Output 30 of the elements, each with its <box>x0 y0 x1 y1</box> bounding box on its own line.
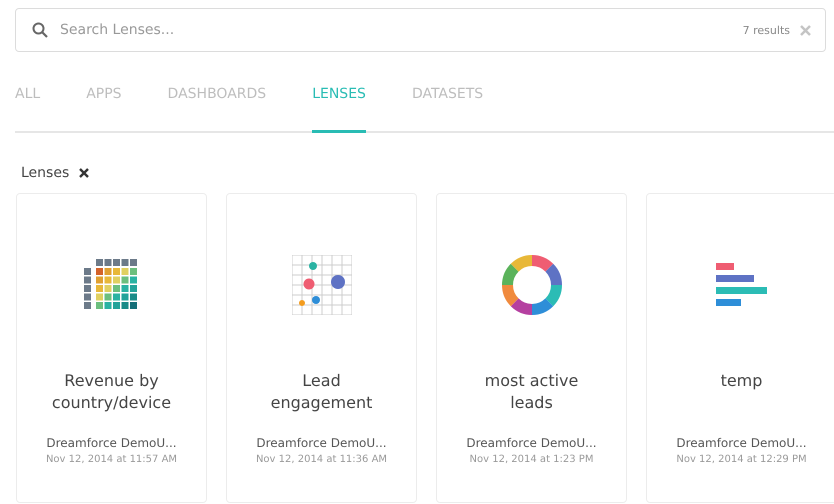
lens-title: Lead engagement <box>270 370 374 414</box>
lens-date: Nov 12, 2014 at 1:23 PM <box>470 454 594 465</box>
lens-title: most active leads <box>484 370 580 414</box>
close-icon[interactable] <box>79 168 90 178</box>
lens-date: Nov 12, 2014 at 12:29 PM <box>676 454 807 465</box>
search-icon <box>32 22 48 38</box>
lens-owner: Dreamforce DemoU... <box>256 436 387 450</box>
lens-card[interactable]: temp Dreamforce DemoU... Nov 12, 2014 at 12:29 PM <box>646 193 834 503</box>
scatter-plot-icon <box>292 255 352 315</box>
tab[interactable]: ALL <box>15 82 40 133</box>
tab[interactable]: DASHBOARDS <box>168 82 266 133</box>
lens-owner: Dreamforce DemoU... <box>466 436 597 450</box>
heatmap-icon <box>84 259 140 311</box>
lens-title: temp <box>720 370 764 392</box>
filter-label: Lenses <box>21 165 70 181</box>
lens-title: Revenue by country/device <box>50 370 172 414</box>
tab[interactable]: APPS <box>86 82 122 133</box>
tab[interactable]: DATASETS <box>412 82 484 133</box>
lens-card[interactable]: Revenue by country/device Dreamforce DemoU... Nov 12, 2014 at 11:57 AM <box>16 193 207 503</box>
search-bar[interactable]: Search Lenses... 7 results <box>15 8 826 52</box>
lens-date: Nov 12, 2014 at 11:57 AM <box>46 454 178 465</box>
lens-owner: Dreamforce DemoU... <box>46 436 177 450</box>
bar-chart-icon <box>716 263 768 307</box>
donut-chart-icon <box>500 254 562 316</box>
lens-owner: Dreamforce DemoU... <box>676 436 807 450</box>
results-count: 7 results <box>742 24 790 36</box>
tab[interactable]: LENSES <box>312 82 366 133</box>
lens-card[interactable]: Lead engagement Dreamforce DemoU... Nov 12, 2014 at 11:36 AM <box>226 193 417 503</box>
lens-card[interactable]: most active leads Dreamforce DemoU... Nov 12, 2014 at 1:23 PM <box>436 193 627 503</box>
lens-date: Nov 12, 2014 at 11:36 AM <box>256 454 388 465</box>
